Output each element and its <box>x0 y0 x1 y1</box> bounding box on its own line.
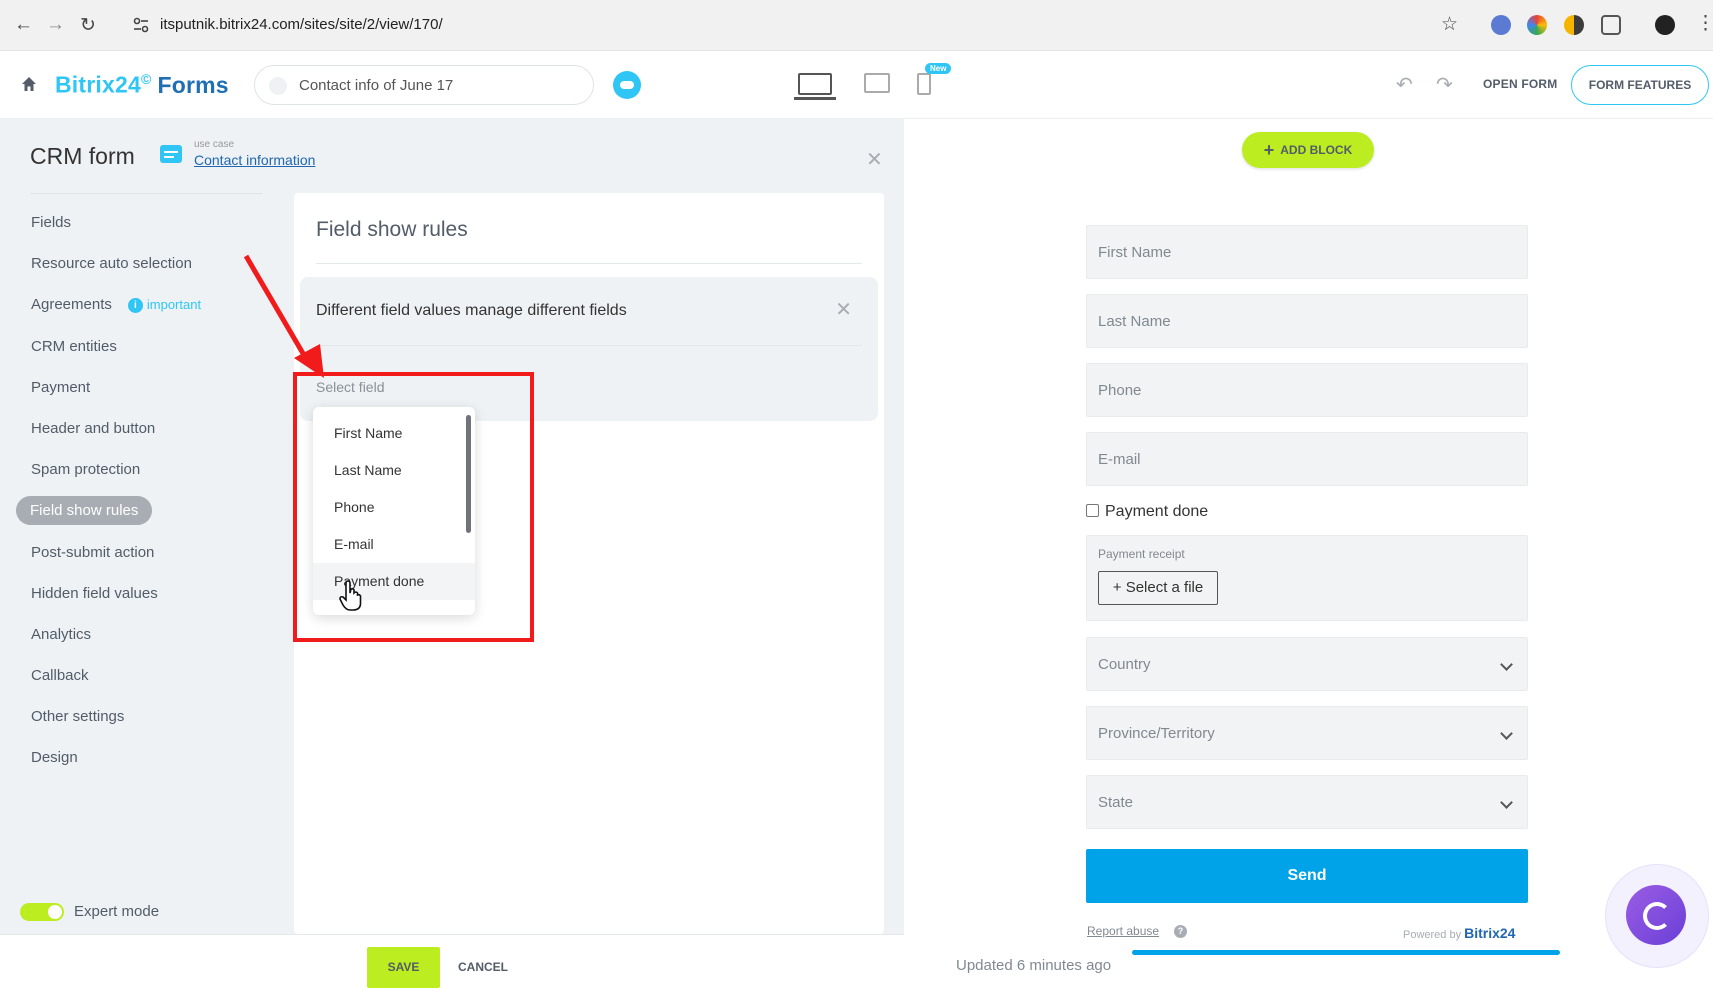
extension-icon[interactable] <box>1564 15 1584 35</box>
url-text: itsputnik.bitrix24.com/sites/site/2/view… <box>160 16 443 33</box>
form-title-field[interactable]: Contact info of June 17 <box>254 65 594 105</box>
open-form-button[interactable]: OPEN FORM <box>1483 77 1557 91</box>
last-name-field[interactable]: Last Name <box>1086 294 1528 348</box>
tablet-view-icon[interactable] <box>864 73 890 93</box>
payment-receipt-field: Payment receipt + Select a file <box>1086 535 1528 621</box>
assistant-button[interactable] <box>1626 885 1686 945</box>
forward-icon[interactable]: → <box>46 14 65 36</box>
form-title-text: Contact info of June 17 <box>299 77 454 94</box>
powered-by[interactable]: Powered by Bitrix24 <box>1403 925 1515 941</box>
email-field[interactable]: E-mail <box>1086 432 1528 486</box>
sidebar-item-analytics[interactable]: Analytics <box>16 614 286 655</box>
sidebar-item-fields[interactable]: Fields <box>16 202 286 243</box>
add-block-button[interactable]: + ADD BLOCK <box>1242 132 1374 168</box>
extension-icon[interactable] <box>1491 15 1511 35</box>
sidebar-item-other-settings[interactable]: Other settings <box>16 696 286 737</box>
send-button[interactable]: Send <box>1086 849 1528 903</box>
payment-receipt-label: Payment receipt <box>1098 547 1185 561</box>
browser-menu-icon[interactable]: ⋮ <box>1696 12 1713 35</box>
phone-field[interactable]: Phone <box>1086 363 1528 417</box>
progress-bar <box>1132 950 1560 955</box>
desktop-view-icon[interactable] <box>794 73 836 100</box>
back-icon[interactable]: ← <box>14 14 33 36</box>
sidebar-item-hidden-field-values[interactable]: Hidden field values <box>16 573 286 614</box>
divider <box>30 193 262 194</box>
annotation-highlight-box <box>293 372 534 642</box>
plus-icon: + <box>1263 140 1275 160</box>
info-icon: i <box>127 298 143 314</box>
browser-toolbar: ← → ↻ itsputnik.bitrix24.com/sites/site/… <box>0 0 1713 51</box>
close-icon[interactable]: ✕ <box>866 147 883 172</box>
use-case-link[interactable]: Contact information <box>194 152 315 168</box>
undo-icon[interactable]: ↶ <box>1396 72 1413 97</box>
expert-mode-label: Expert mode <box>74 903 160 920</box>
save-button[interactable]: SAVE <box>367 947 440 988</box>
select-file-button[interactable]: + Select a file <box>1098 571 1218 605</box>
annotation-arrow-icon <box>243 254 324 378</box>
app-header: Bitrix24© Forms Contact info of June 17 N… <box>0 51 1713 119</box>
sidebar-item-field-show-rules[interactable]: Field show rules <box>16 490 286 531</box>
important-badge: i important <box>127 297 201 314</box>
reload-icon[interactable]: ↻ <box>80 14 96 37</box>
bookmark-star-icon[interactable]: ☆ <box>1441 13 1458 36</box>
form-features-button[interactable]: FORM FEATURES <box>1571 65 1709 105</box>
logo-mark: © <box>140 71 152 87</box>
card-title: Field show rules <box>316 218 468 241</box>
bottom-action-bar: SAVE CANCEL <box>0 934 904 998</box>
sidebar-item-header-and-button[interactable]: Header and button <box>16 408 286 449</box>
sidebar-item-callback[interactable]: Callback <box>16 655 286 696</box>
mobile-view-icon[interactable] <box>917 73 931 95</box>
cloud-save-icon[interactable] <box>613 71 641 99</box>
profile-avatar[interactable] <box>1655 15 1675 35</box>
logo-brand: Bitrix24 <box>55 71 141 98</box>
expert-mode-toggle[interactable] <box>20 903 64 921</box>
sidebar-item-spam-protection[interactable]: Spam protection <box>16 449 286 490</box>
checkbox[interactable] <box>1086 504 1099 517</box>
home-icon[interactable] <box>20 75 38 93</box>
updated-status: Updated 6 minutes ago <box>956 957 1112 974</box>
divider <box>316 345 862 346</box>
help-icon[interactable]: ? <box>1174 925 1187 938</box>
site-settings-icon[interactable] <box>132 16 150 34</box>
redo-icon[interactable]: ↷ <box>1436 72 1453 97</box>
first-name-field[interactable]: First Name <box>1086 225 1528 279</box>
use-case-icon <box>160 145 182 163</box>
divider <box>316 263 862 264</box>
logo-product: Forms <box>157 71 229 98</box>
use-case-caption: use case <box>194 139 235 150</box>
rule-title: Different field values manage different … <box>316 302 627 319</box>
sidebar-item-post-submit-action[interactable]: Post-submit action <box>16 532 286 573</box>
address-bar[interactable]: itsputnik.bitrix24.com/sites/site/2/view… <box>120 7 1472 43</box>
payment-done-checkbox[interactable]: Payment done <box>1086 503 1208 521</box>
panel-title: CRM form <box>30 143 135 169</box>
new-badge: New <box>925 63 952 74</box>
state-select[interactable]: State <box>1086 775 1528 829</box>
app-logo[interactable]: Bitrix24© Forms <box>55 71 229 99</box>
country-select[interactable]: Country <box>1086 637 1528 691</box>
puzzle-icon[interactable] <box>1601 15 1621 35</box>
province-select[interactable]: Province/Territory <box>1086 706 1528 760</box>
cancel-button[interactable]: CANCEL <box>458 960 508 974</box>
form-icon <box>269 77 287 95</box>
plus-icon: + <box>1112 579 1126 596</box>
close-icon[interactable]: ✕ <box>835 297 852 322</box>
chrome-extension-icon[interactable] <box>1527 15 1547 35</box>
form-preview: + ADD BLOCK First Name Last Name Phone E-… <box>904 119 1713 998</box>
sidebar-item-design[interactable]: Design <box>16 737 286 778</box>
report-abuse-link[interactable]: Report abuse <box>1087 924 1159 938</box>
